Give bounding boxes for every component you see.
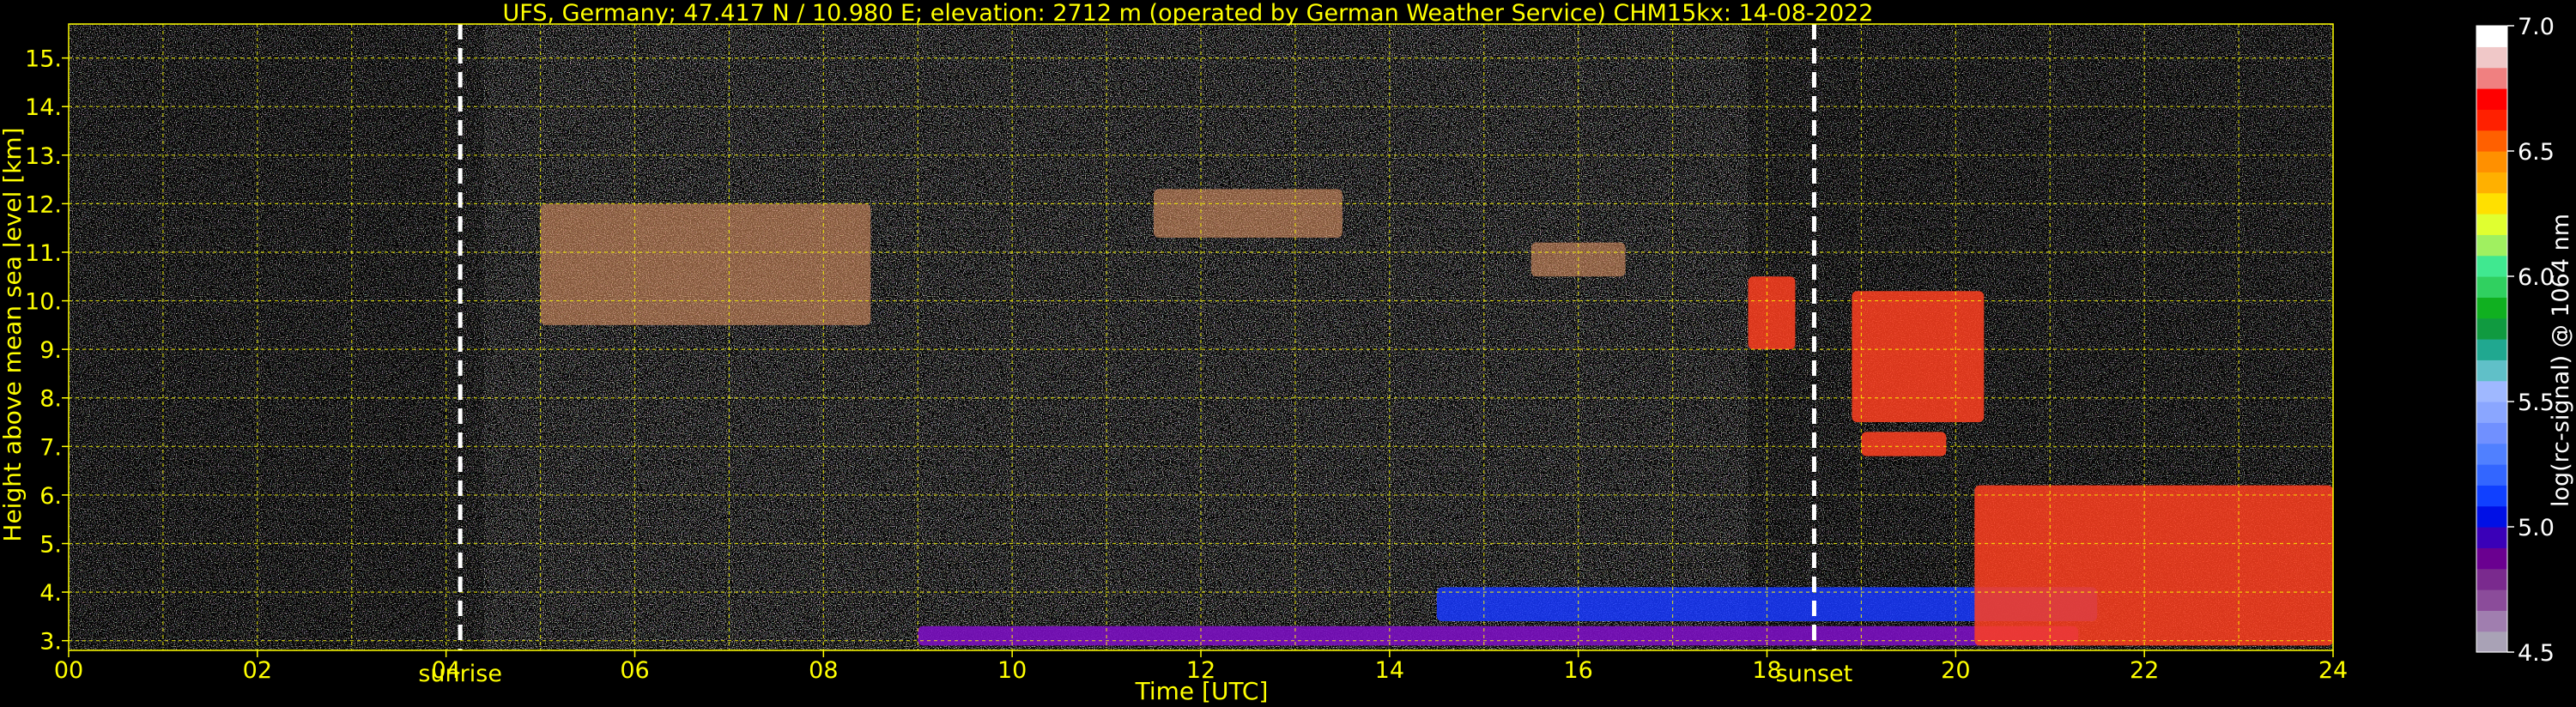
colorbar-swatch: [2476, 255, 2507, 277]
colorbar-swatch: [2476, 88, 2507, 110]
x-tick-label: 00: [54, 657, 83, 684]
plot-area: [69, 24, 2333, 650]
colorbar-tick-label: 7.0: [2518, 14, 2555, 40]
colorbar-swatch: [2476, 589, 2507, 611]
x-tick-label: 02: [243, 657, 272, 684]
y-axis-label: Height above mean sea level [km]: [0, 127, 27, 541]
x-tick-label: 10: [997, 657, 1027, 684]
lidar-figure: 00 02 04 06 08 10 12 14 16 18 20 22 24 3.4.5.6.7.8.9…: [0, 0, 2574, 705]
colorbar-swatch: [2476, 402, 2507, 423]
colorbar: 4.55.05.56.06.57.0: [2476, 14, 2555, 667]
colorbar-swatch: [2476, 505, 2507, 528]
y-tick-label: 3.: [39, 629, 62, 656]
colorbar-swatch: [2476, 485, 2507, 507]
y-axis: 3. 4. 5. 6. 7. 8. 9. 10. 11. 12. 13. 14. 15.: [25, 46, 69, 656]
y-tick-label: 9.: [39, 337, 62, 364]
sunrise-label: sunrise: [418, 661, 502, 687]
y-tick-label: 13.: [25, 143, 62, 170]
y-tick-label: 4.: [39, 580, 62, 607]
colorbar-swatch: [2476, 547, 2507, 570]
chart-title: UFS, Germany; 47.417 N / 10.980 E; eleva…: [503, 0, 1874, 27]
sunset-label: sunset: [1776, 661, 1853, 687]
feature-cloud: [1974, 485, 2333, 646]
colorbar-swatch: [2476, 276, 2507, 298]
x-tick-label: 20: [1941, 657, 1970, 684]
colorbar-swatch: [2476, 339, 2507, 360]
x-tick-label: 24: [2318, 657, 2348, 684]
x-tick-label: 16: [1563, 657, 1592, 684]
feature-cloud: [1852, 291, 1985, 423]
feature-cloud: [1748, 276, 1796, 350]
colorbar-swatch: [2476, 568, 2507, 590]
colorbar-swatch: [2476, 360, 2507, 382]
colorbar-swatch: [2476, 527, 2507, 548]
day-speckle: [483, 24, 1749, 650]
colorbar-swatch: [2476, 26, 2507, 47]
colorbar-swatch: [2476, 214, 2507, 235]
y-tick-label: 6.: [39, 483, 62, 510]
colorbar-swatch: [2476, 130, 2507, 152]
y-tick-label: 11.: [25, 240, 62, 267]
colorbar-swatch: [2476, 317, 2507, 340]
colorbar-swatch: [2476, 464, 2507, 486]
y-tick-label: 5.: [39, 532, 62, 559]
feature-cloud: [1861, 432, 1947, 456]
y-tick-label: 15.: [25, 46, 62, 73]
colorbar-swatch: [2476, 67, 2507, 89]
feature-cirrus: [540, 203, 871, 325]
colorbar-swatch: [2476, 422, 2507, 444]
x-tick-label: 08: [809, 657, 838, 684]
colorbar-tick-label: 5.0: [2518, 515, 2555, 541]
y-tick-label: 10.: [25, 289, 62, 316]
colorbar-swatch: [2476, 109, 2507, 131]
colorbar-swatch: [2476, 610, 2507, 632]
colorbar-swatch: [2476, 192, 2507, 215]
colorbar-tick-label: 6.5: [2518, 139, 2555, 166]
colorbar-swatch: [2476, 631, 2507, 653]
colorbar-swatch: [2476, 46, 2507, 69]
colorbar-tick-label: 4.5: [2518, 640, 2555, 667]
x-tick-label: 22: [2130, 657, 2159, 684]
colorbar-swatch: [2476, 297, 2507, 319]
colorbar-swatch: [2476, 380, 2507, 402]
colorbar-label: log(rc-signal) @ 1064 nm: [2548, 214, 2574, 507]
colorbar-swatch: [2476, 172, 2507, 194]
feature-cirrus: [1154, 189, 1343, 238]
x-tick-label: 06: [620, 657, 649, 684]
y-tick-label: 14.: [25, 94, 62, 121]
x-axis-label: Time [UTC]: [1135, 677, 1269, 705]
feature-boundary-layer: [918, 625, 2079, 646]
colorbar-swatch: [2476, 151, 2507, 172]
colorbar-swatch: [2476, 234, 2507, 257]
y-tick-label: 8.: [39, 386, 62, 413]
colorbar-swatch: [2476, 443, 2507, 465]
y-tick-label: 7.: [39, 434, 62, 461]
x-tick-label: 14: [1375, 657, 1404, 684]
y-tick-label: 12.: [25, 191, 62, 218]
